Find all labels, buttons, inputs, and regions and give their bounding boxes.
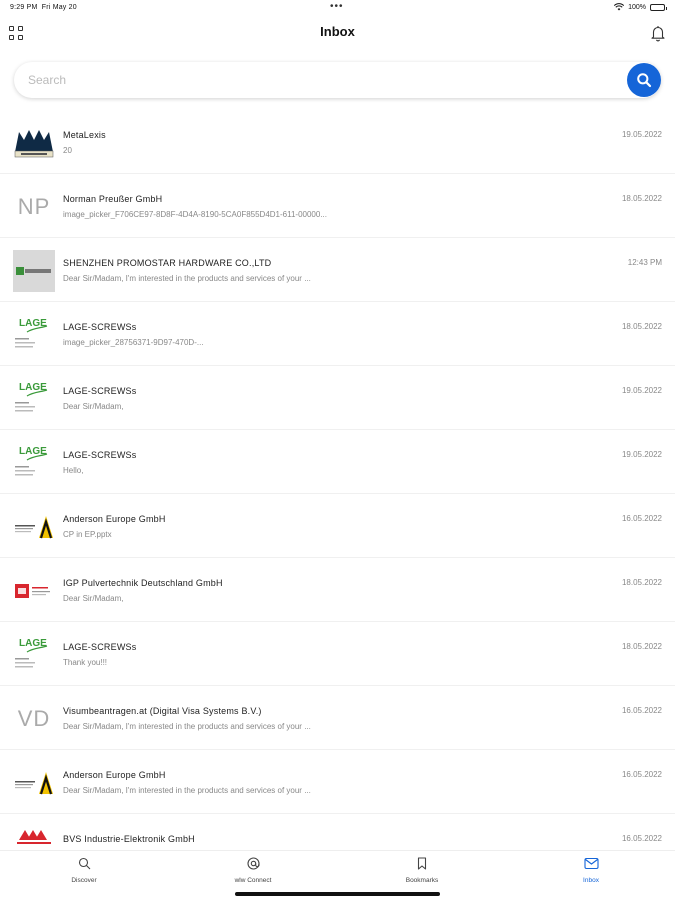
message-preview: Thank you!!!: [63, 658, 108, 667]
message-list: MetaLexis 20 19.05.2022 NP Norman Preuße…: [0, 110, 675, 850]
tab-label: Bookmarks: [405, 877, 439, 884]
message-date: 16.05.2022: [621, 770, 662, 779]
sender-name: LAGE-SCREWSs: [63, 642, 137, 652]
igp-logo: [13, 570, 55, 612]
wifi-icon: [614, 3, 625, 11]
tab-inbox[interactable]: Inbox: [541, 857, 641, 884]
message-row[interactable]: LAGE LAGE-SCREWSs image_picker_28756371-…: [0, 302, 675, 366]
message-row[interactable]: LAGE LAGE-SCREWSs Dear Sir/Madam, 19.05.…: [0, 366, 675, 430]
message-row[interactable]: NP Norman Preußer GmbH image_picker_F706…: [0, 174, 675, 238]
promostar-logo: [13, 250, 55, 292]
message-preview: Dear Sir/Madam,: [63, 594, 124, 603]
tab-label: Discover: [71, 877, 97, 884]
avatar-initials: NP: [17, 194, 51, 219]
at-icon: [246, 857, 260, 870]
home-indicator: [235, 892, 440, 896]
message-date: 16.05.2022: [621, 706, 662, 715]
multitasking-dots[interactable]: •••: [330, 1, 344, 12]
anderson-logo: [13, 762, 55, 804]
message-row[interactable]: VD Visumbeantragen.at (Digital Visa Syst…: [0, 686, 675, 750]
message-date: 18.05.2022: [621, 578, 662, 587]
message-date: 18.05.2022: [621, 642, 662, 651]
sender-name: LAGE-SCREWSs: [63, 450, 137, 460]
lage-logo: LAGE: [13, 378, 55, 420]
search-icon: [637, 73, 652, 88]
anderson-logo: [13, 506, 55, 548]
message-preview: Dear Sir/Madam,: [63, 402, 124, 411]
message-preview: Dear Sir/Madam, I'm interested in the pr…: [63, 274, 311, 283]
message-row[interactable]: BVS Industrie-Elektronik GmbH 16.05.2022: [0, 814, 675, 850]
avatar-initials: VD: [17, 706, 51, 731]
tab-label: Inbox: [583, 877, 599, 884]
sender-name: IGP Pulvertechnik Deutschland GmbH: [63, 578, 223, 588]
message-date: 19.05.2022: [621, 386, 662, 395]
message-row[interactable]: MetaLexis 20 19.05.2022: [0, 110, 675, 174]
message-preview: Hello,: [63, 466, 84, 475]
sender-name: LAGE-SCREWSs: [63, 322, 137, 332]
bell-icon[interactable]: [649, 24, 667, 42]
tab-bar: Discover wlw Connect Bookmarks Inbox: [0, 850, 675, 900]
lage-logo: LAGE: [13, 314, 55, 356]
message-date: 18.05.2022: [621, 194, 662, 203]
message-preview: 20: [63, 146, 72, 155]
status-bar: 9:29 PM Fri May 20 ••• 100%: [0, 0, 675, 16]
battery-percent: 100%: [628, 3, 646, 11]
lage-logo: LAGE: [13, 442, 55, 484]
mail-icon: [583, 857, 599, 870]
message-row[interactable]: Anderson Europe GmbH Dear Sir/Madam, I'm…: [0, 750, 675, 814]
search-button[interactable]: [627, 63, 661, 97]
battery-icon: [650, 3, 667, 11]
metalexis-logo: [13, 122, 55, 164]
tab-label: wlw Connect: [234, 877, 272, 884]
sender-name: LAGE-SCREWSs: [63, 386, 137, 396]
message-row[interactable]: IGP Pulvertechnik Deutschland GmbH Dear …: [0, 558, 675, 622]
bookmark-icon: [417, 857, 427, 870]
sender-name: SHENZHEN PROMOSTAR HARDWARE CO.,LTD: [63, 258, 272, 268]
status-time-date: 9:29 PM Fri May 20: [10, 4, 77, 11]
sender-name: Anderson Europe GmbH: [63, 514, 166, 524]
message-preview: Dear Sir/Madam, I'm interested in the pr…: [63, 786, 311, 795]
search-icon: [78, 857, 90, 870]
sender-name: Norman Preußer GmbH: [63, 194, 163, 204]
sender-name: MetaLexis: [63, 130, 106, 140]
status-right: 100%: [614, 3, 667, 11]
tab-bookmarks[interactable]: Bookmarks: [372, 857, 472, 884]
message-preview: Dear Sir/Madam, I'm interested in the pr…: [63, 722, 311, 731]
page-title: Inbox: [320, 24, 355, 39]
sender-name: Anderson Europe GmbH: [63, 770, 166, 780]
lage-logo: LAGE: [13, 634, 55, 676]
message-preview: CP in EP.pptx: [63, 530, 112, 539]
message-date: 16.05.2022: [621, 514, 662, 523]
bvs-logo: [13, 826, 55, 850]
tab-discover[interactable]: Discover: [34, 857, 134, 884]
sender-name: Visumbeantragen.at (Digital Visa Systems…: [63, 706, 262, 716]
tab-wlw-connect[interactable]: wlw Connect: [203, 857, 303, 884]
message-row[interactable]: Anderson Europe GmbH CP in EP.pptx 16.05…: [0, 494, 675, 558]
message-date: 19.05.2022: [621, 450, 662, 459]
sender-name: BVS Industrie-Elektronik GmbH: [63, 834, 195, 844]
search-input[interactable]: [28, 70, 608, 90]
message-row[interactable]: LAGE LAGE-SCREWSs Thank you!!! 18.05.202…: [0, 622, 675, 686]
header: Inbox: [0, 16, 675, 52]
message-date: 16.05.2022: [621, 834, 662, 843]
search-bar: [14, 62, 661, 98]
message-preview: image_picker_F706CE97-8D8F-4D4A-8190-5CA…: [63, 210, 327, 219]
message-date: 12:43 PM: [627, 258, 662, 267]
message-date: 18.05.2022: [621, 322, 662, 331]
message-row[interactable]: LAGE LAGE-SCREWSs Hello, 19.05.2022: [0, 430, 675, 494]
message-date: 19.05.2022: [621, 130, 662, 139]
message-preview: image_picker_28756371-9D97-470D-...: [63, 338, 204, 347]
message-row[interactable]: SHENZHEN PROMOSTAR HARDWARE CO.,LTD Dear…: [0, 238, 675, 302]
